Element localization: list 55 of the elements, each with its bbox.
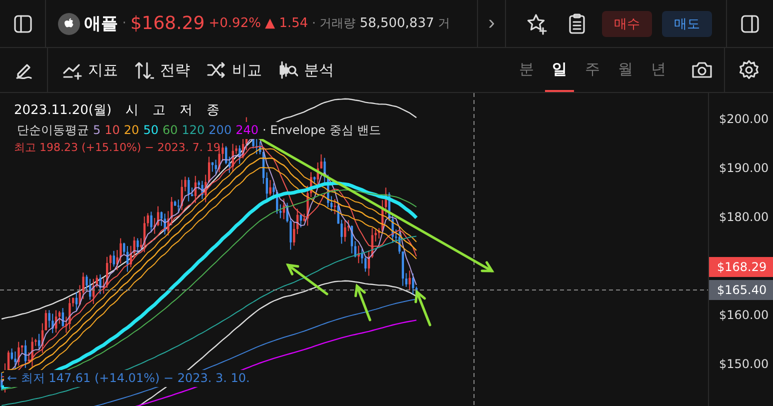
volume-label: · 거래량 xyxy=(312,15,356,32)
price-tick: $190.00 xyxy=(719,161,769,175)
price-tick: $160.00 xyxy=(719,308,769,322)
trend-arrow xyxy=(354,284,372,322)
moving-average-period: 200 xyxy=(208,123,232,137)
compare-button[interactable]: 비교 xyxy=(206,60,262,80)
moving-average-period: 120 xyxy=(182,123,205,137)
analysis-button[interactable]: 분석 xyxy=(278,60,334,80)
sell-button[interactable]: 매도 xyxy=(662,10,712,36)
apple-logo-icon xyxy=(58,12,80,34)
period-tab[interactable]: 주 xyxy=(578,48,607,92)
indicator-button[interactable]: 지표 xyxy=(62,60,118,80)
strategy-button[interactable]: 전략 xyxy=(134,60,190,80)
price-tick: $150.00 xyxy=(719,357,769,371)
moving-average-period: 50 xyxy=(143,123,158,137)
price-tick: $200.00 xyxy=(719,112,769,126)
ohlc-label: 시 xyxy=(126,103,139,118)
period-tab[interactable]: 년 xyxy=(644,48,673,92)
cut-text: 거 xyxy=(438,15,450,32)
trend-arrow xyxy=(414,290,432,326)
envelope-legend: · Envelope 중심 밴드 xyxy=(262,123,382,137)
moving-average-period: 60 xyxy=(162,123,178,137)
crosshair-price-label: $165.40 xyxy=(709,280,773,300)
moving-average-period: 240 xyxy=(236,123,258,137)
stock-name: 애플 xyxy=(84,13,118,35)
stock-price: $168.29 xyxy=(130,13,205,34)
period-tab[interactable]: 분 xyxy=(512,48,541,92)
price-tick: $180.00 xyxy=(719,210,769,224)
ohlc-label: 저 xyxy=(180,103,193,118)
shuffle-icon xyxy=(206,60,226,80)
last-price-label: $168.29 xyxy=(709,257,773,277)
clipboard-icon xyxy=(566,12,587,34)
chart-date: 2023.11.20(월) xyxy=(14,103,112,118)
high-price-marker: 최고 198.23 (+15.10%) − 2023. 7. 19. xyxy=(14,140,224,155)
strategy-icon xyxy=(134,60,154,80)
ohlc-label: 고 xyxy=(152,103,166,118)
change-amount: ▲ 1.54 xyxy=(264,16,308,31)
ohlc-label: 종 xyxy=(206,103,220,118)
moving-average-period: 20 xyxy=(124,123,140,137)
period-tab[interactable]: 일 xyxy=(545,48,574,92)
change-percent: +0.92% xyxy=(208,16,261,31)
candles-search-icon xyxy=(278,60,298,80)
buy-button[interactable]: 매수 xyxy=(602,10,652,36)
camera-icon xyxy=(690,60,712,80)
scroll-right-button[interactable]: › xyxy=(478,0,506,47)
settings-icon xyxy=(738,59,760,81)
moving-average-period: 10 xyxy=(104,123,120,137)
sidebar-icon xyxy=(12,14,33,34)
period-tab[interactable]: 월 xyxy=(611,48,640,92)
legend-title: 단순이동평균 xyxy=(17,123,89,137)
panel-icon xyxy=(740,14,760,34)
volume-value: 58,500,837 xyxy=(360,16,434,31)
separator-dot: · xyxy=(122,16,126,31)
moving-average-period: 5 xyxy=(93,123,101,137)
star-plus-icon xyxy=(526,12,548,34)
